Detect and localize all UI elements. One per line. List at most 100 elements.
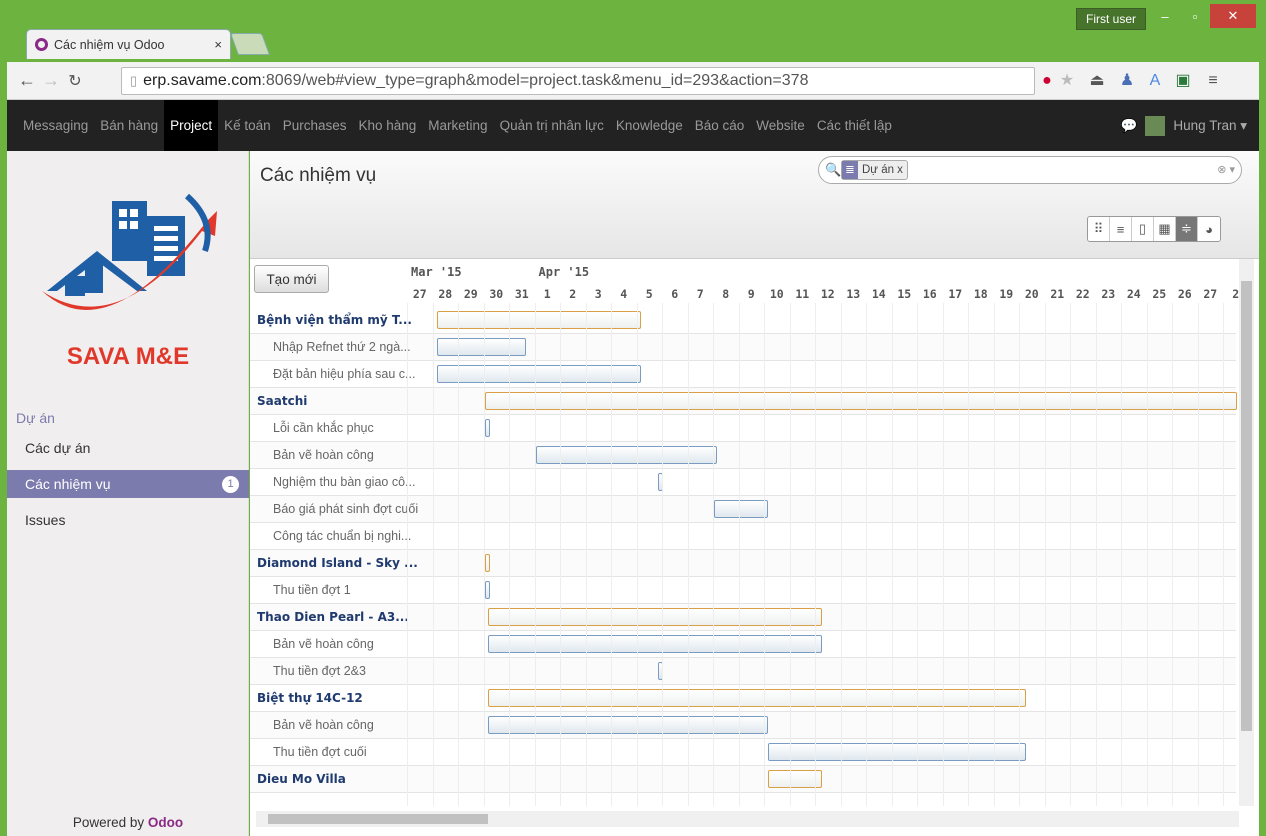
menu-purchases[interactable]: Purchases [277, 100, 353, 151]
table-row[interactable]: Thu tiền đợt cuối [250, 739, 1236, 766]
create-button[interactable]: Tạo mới [254, 265, 329, 293]
powered-brand[interactable]: Odoo [148, 815, 183, 830]
table-row[interactable]: Nhập Refnet thứ 2 ngà... [250, 334, 1236, 361]
table-row[interactable]: Bản vẽ hoàn công [250, 631, 1236, 658]
horizontal-scrollbar[interactable] [256, 811, 1239, 827]
table-row[interactable]: Đặt bản hiệu phía sau c... [250, 361, 1236, 388]
table-row[interactable]: Saatchi [250, 388, 1238, 415]
table-row[interactable]: Bản vẽ hoàn công [250, 712, 1236, 739]
project-bar[interactable] [484, 392, 1238, 410]
sidebar-item-tasks[interactable]: Các nhiệm vụ 1 [7, 470, 249, 498]
calendar-view-icon[interactable]: ▦ [1154, 217, 1176, 241]
task-bar[interactable] [487, 716, 768, 734]
project-bar[interactable] [768, 770, 822, 788]
translate-icon[interactable]: A [1145, 71, 1165, 91]
menu-settings[interactable]: Các thiết lập [811, 100, 898, 151]
maximize-icon[interactable]: ▫ [1180, 4, 1210, 28]
table-row[interactable]: Bản vẽ hoàn công [250, 442, 1236, 469]
extension-icon[interactable]: ♟ [1117, 71, 1137, 91]
search-options-icon[interactable]: ⊗ ▾ [1217, 163, 1235, 176]
task-name[interactable]: Nghiệm thu bàn giao cô... [273, 469, 415, 496]
chat-icon[interactable]: 💬 [1121, 118, 1138, 134]
task-bar[interactable] [487, 635, 822, 653]
table-row[interactable]: Diamond Island - Sky ... [250, 550, 1236, 577]
kanban-view-icon[interactable]: ⠿ [1088, 217, 1110, 241]
scroll-thumb[interactable] [1241, 281, 1252, 731]
table-row[interactable]: Thu tiền đợt 1 [250, 577, 1236, 604]
task-name[interactable]: Thu tiền đợt 1 [273, 577, 351, 604]
menu-warehouse[interactable]: Kho hàng [352, 100, 422, 151]
vertical-scrollbar[interactable] [1239, 259, 1254, 806]
menu-messaging[interactable]: Messaging [17, 100, 94, 151]
close-window-icon[interactable]: ✕ [1210, 4, 1256, 28]
task-bar[interactable] [484, 581, 491, 599]
task-name[interactable]: Báo giá phát sinh đợt cuối [273, 496, 418, 523]
task-name[interactable]: Thu tiền đợt 2&3 [273, 658, 366, 685]
project-name[interactable]: Thao Dien Pearl - A3... [257, 604, 409, 631]
task-name[interactable]: Công tác chuẩn bị nghi... [273, 523, 411, 550]
facet-value[interactable]: Dự án x [858, 161, 907, 179]
menu-marketing[interactable]: Marketing [422, 100, 493, 151]
task-bar[interactable] [535, 446, 717, 464]
task-bar[interactable] [768, 743, 1026, 761]
forward-icon[interactable]: → [39, 70, 63, 91]
minimize-icon[interactable]: – [1150, 4, 1180, 28]
new-tab-button[interactable] [229, 33, 271, 55]
extension-icon[interactable]: ⏏ [1087, 71, 1107, 91]
menu-hr[interactable]: Quản trị nhân lực [494, 100, 610, 151]
task-name[interactable]: Đặt bản hiệu phía sau c... [273, 361, 415, 388]
profile-badge[interactable]: First user [1076, 8, 1146, 30]
table-row[interactable]: Dieu Mo Villa [250, 766, 1236, 793]
menu-icon[interactable]: ≡ [1203, 71, 1223, 91]
table-row[interactable]: Thu tiền đợt 2&3 [250, 658, 1236, 685]
project-name[interactable]: Biệt thự 14C-12 [257, 685, 363, 712]
menu-reports[interactable]: Báo cáo [689, 100, 751, 151]
menu-project[interactable]: Project [164, 100, 219, 151]
gantt-view-icon[interactable]: ≑ [1176, 217, 1198, 241]
table-row[interactable]: Công tác chuẩn bị nghi... [250, 523, 1236, 550]
task-name[interactable]: Thu tiền đợt cuối [273, 739, 367, 766]
sidebar-item-projects[interactable]: Các dự án [7, 434, 249, 462]
task-name[interactable]: Bản vẽ hoàn công [273, 442, 374, 469]
tab-close-icon[interactable]: × [214, 37, 222, 52]
table-row[interactable]: Biệt thự 14C-12 [250, 685, 1236, 712]
menu-sales[interactable]: Bán hàng [94, 100, 164, 151]
task-bar[interactable] [484, 419, 491, 437]
task-name[interactable]: Bản vẽ hoàn công [273, 712, 374, 739]
scroll-thumb[interactable] [268, 814, 488, 824]
user-menu[interactable]: 💬 Hung Tran ▾ [1121, 100, 1247, 151]
list-view-icon[interactable]: ≡ [1110, 217, 1132, 241]
extension-icon[interactable]: ▣ [1173, 71, 1193, 91]
menu-knowledge[interactable]: Knowledge [610, 100, 689, 151]
back-icon[interactable]: ← [15, 70, 39, 91]
table-row[interactable]: Bệnh viện thẩm mỹ T... [250, 307, 1236, 334]
project-name[interactable]: Bệnh viện thẩm mỹ T... [257, 307, 412, 334]
project-name[interactable]: Saatchi [257, 388, 307, 415]
task-bar[interactable] [436, 338, 526, 356]
task-name[interactable]: Lỗi cần khắc phục [273, 415, 374, 442]
browser-tab[interactable]: Các nhiệm vụ Odoo × [26, 29, 231, 59]
task-name[interactable]: Nhập Refnet thứ 2 ngà... [273, 334, 411, 361]
project-bar[interactable] [484, 554, 491, 572]
project-name[interactable]: Dieu Mo Villa [257, 766, 346, 793]
menu-website[interactable]: Website [750, 100, 811, 151]
search-facet[interactable]: ≣ Dự án x [841, 160, 908, 180]
bookmark-star-icon[interactable]: ★ [1057, 71, 1077, 91]
task-bar[interactable] [714, 500, 768, 518]
form-view-icon[interactable]: ▯ [1132, 217, 1154, 241]
graph-view-icon[interactable]: ◕ [1198, 217, 1220, 241]
sidebar-item-issues[interactable]: Issues [7, 506, 249, 534]
project-bar[interactable] [487, 689, 1026, 707]
extension-icon[interactable]: ● [1037, 71, 1057, 91]
menu-accounting[interactable]: Kế toán [218, 100, 277, 151]
project-bar[interactable] [487, 608, 822, 626]
task-name[interactable]: Bản vẽ hoàn công [273, 631, 374, 658]
address-bar[interactable]: ▯ erp.savame.com :8069/web#view_type=gra… [121, 67, 1035, 95]
table-row[interactable]: Báo giá phát sinh đợt cuối [250, 496, 1236, 523]
project-bar[interactable] [436, 311, 641, 329]
table-row[interactable]: Lỗi cần khắc phục [250, 415, 1236, 442]
table-row[interactable]: Thao Dien Pearl - A3... [250, 604, 1236, 631]
project-name[interactable]: Diamond Island - Sky ... [257, 550, 418, 577]
task-bar[interactable] [436, 365, 641, 383]
search-input[interactable]: 🔍 ≣ Dự án x ⊗ ▾ [818, 156, 1242, 184]
